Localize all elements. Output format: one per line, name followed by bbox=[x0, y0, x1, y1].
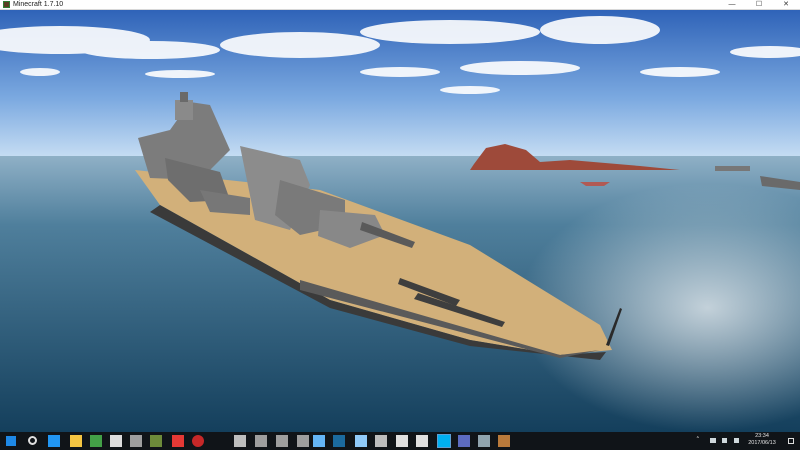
taskbar-clock[interactable]: 23:34 2017/06/13 bbox=[742, 433, 782, 447]
edge-icon[interactable] bbox=[48, 435, 60, 447]
ime-icon[interactable] bbox=[734, 438, 739, 443]
app-white-icon[interactable] bbox=[110, 435, 122, 447]
window-title: Minecraft 1.7.10 bbox=[13, 1, 64, 8]
app-pen-icon[interactable] bbox=[355, 435, 367, 447]
minecraft-app-icon bbox=[3, 1, 10, 8]
minimize-button[interactable]: — bbox=[719, 0, 745, 10]
warship-icon[interactable] bbox=[375, 435, 387, 447]
steam-icon[interactable] bbox=[333, 435, 345, 447]
minecraft-icon[interactable] bbox=[150, 435, 162, 447]
distant-ship-1 bbox=[715, 166, 750, 171]
java-icon[interactable] bbox=[498, 435, 510, 447]
tank-icon[interactable] bbox=[130, 435, 142, 447]
tank-4-icon[interactable] bbox=[297, 435, 309, 447]
game-viewport[interactable] bbox=[0, 10, 800, 432]
window-icon[interactable] bbox=[458, 435, 470, 447]
app-green-icon[interactable] bbox=[90, 435, 102, 447]
tank-2-icon[interactable] bbox=[255, 435, 267, 447]
network-icon[interactable] bbox=[710, 438, 716, 443]
file-explorer-icon[interactable] bbox=[70, 435, 82, 447]
tank-3-icon[interactable] bbox=[276, 435, 288, 447]
clock-time: 23:34 bbox=[755, 433, 769, 439]
search-icon[interactable] bbox=[28, 436, 37, 445]
clock-date: 2017/06/13 bbox=[748, 440, 776, 446]
chevron-up-icon[interactable]: ˄ bbox=[696, 437, 703, 444]
start-icon[interactable] bbox=[6, 436, 16, 446]
volume-icon[interactable] bbox=[722, 438, 727, 443]
skype-icon[interactable] bbox=[437, 434, 451, 448]
notification-icon[interactable] bbox=[788, 438, 794, 444]
close-button[interactable]: ✕ bbox=[773, 0, 799, 10]
calculator-icon[interactable] bbox=[396, 435, 408, 447]
taskbar: ˄ 23:34 2017/06/13 bbox=[0, 432, 800, 450]
record-icon[interactable] bbox=[192, 435, 204, 447]
red-app-icon[interactable] bbox=[172, 435, 184, 447]
maximize-button[interactable]: ☐ bbox=[746, 0, 772, 10]
app-ring-icon[interactable] bbox=[416, 435, 428, 447]
game-scene-illustration bbox=[0, 10, 800, 432]
app-blue-icon[interactable] bbox=[313, 435, 325, 447]
app-box-icon[interactable] bbox=[478, 435, 490, 447]
system-tray: ˄ 23:34 2017/06/13 bbox=[690, 432, 800, 450]
window-titlebar: Minecraft 1.7.10 — ☐ ✕ bbox=[0, 0, 800, 10]
film-icon[interactable] bbox=[234, 435, 246, 447]
